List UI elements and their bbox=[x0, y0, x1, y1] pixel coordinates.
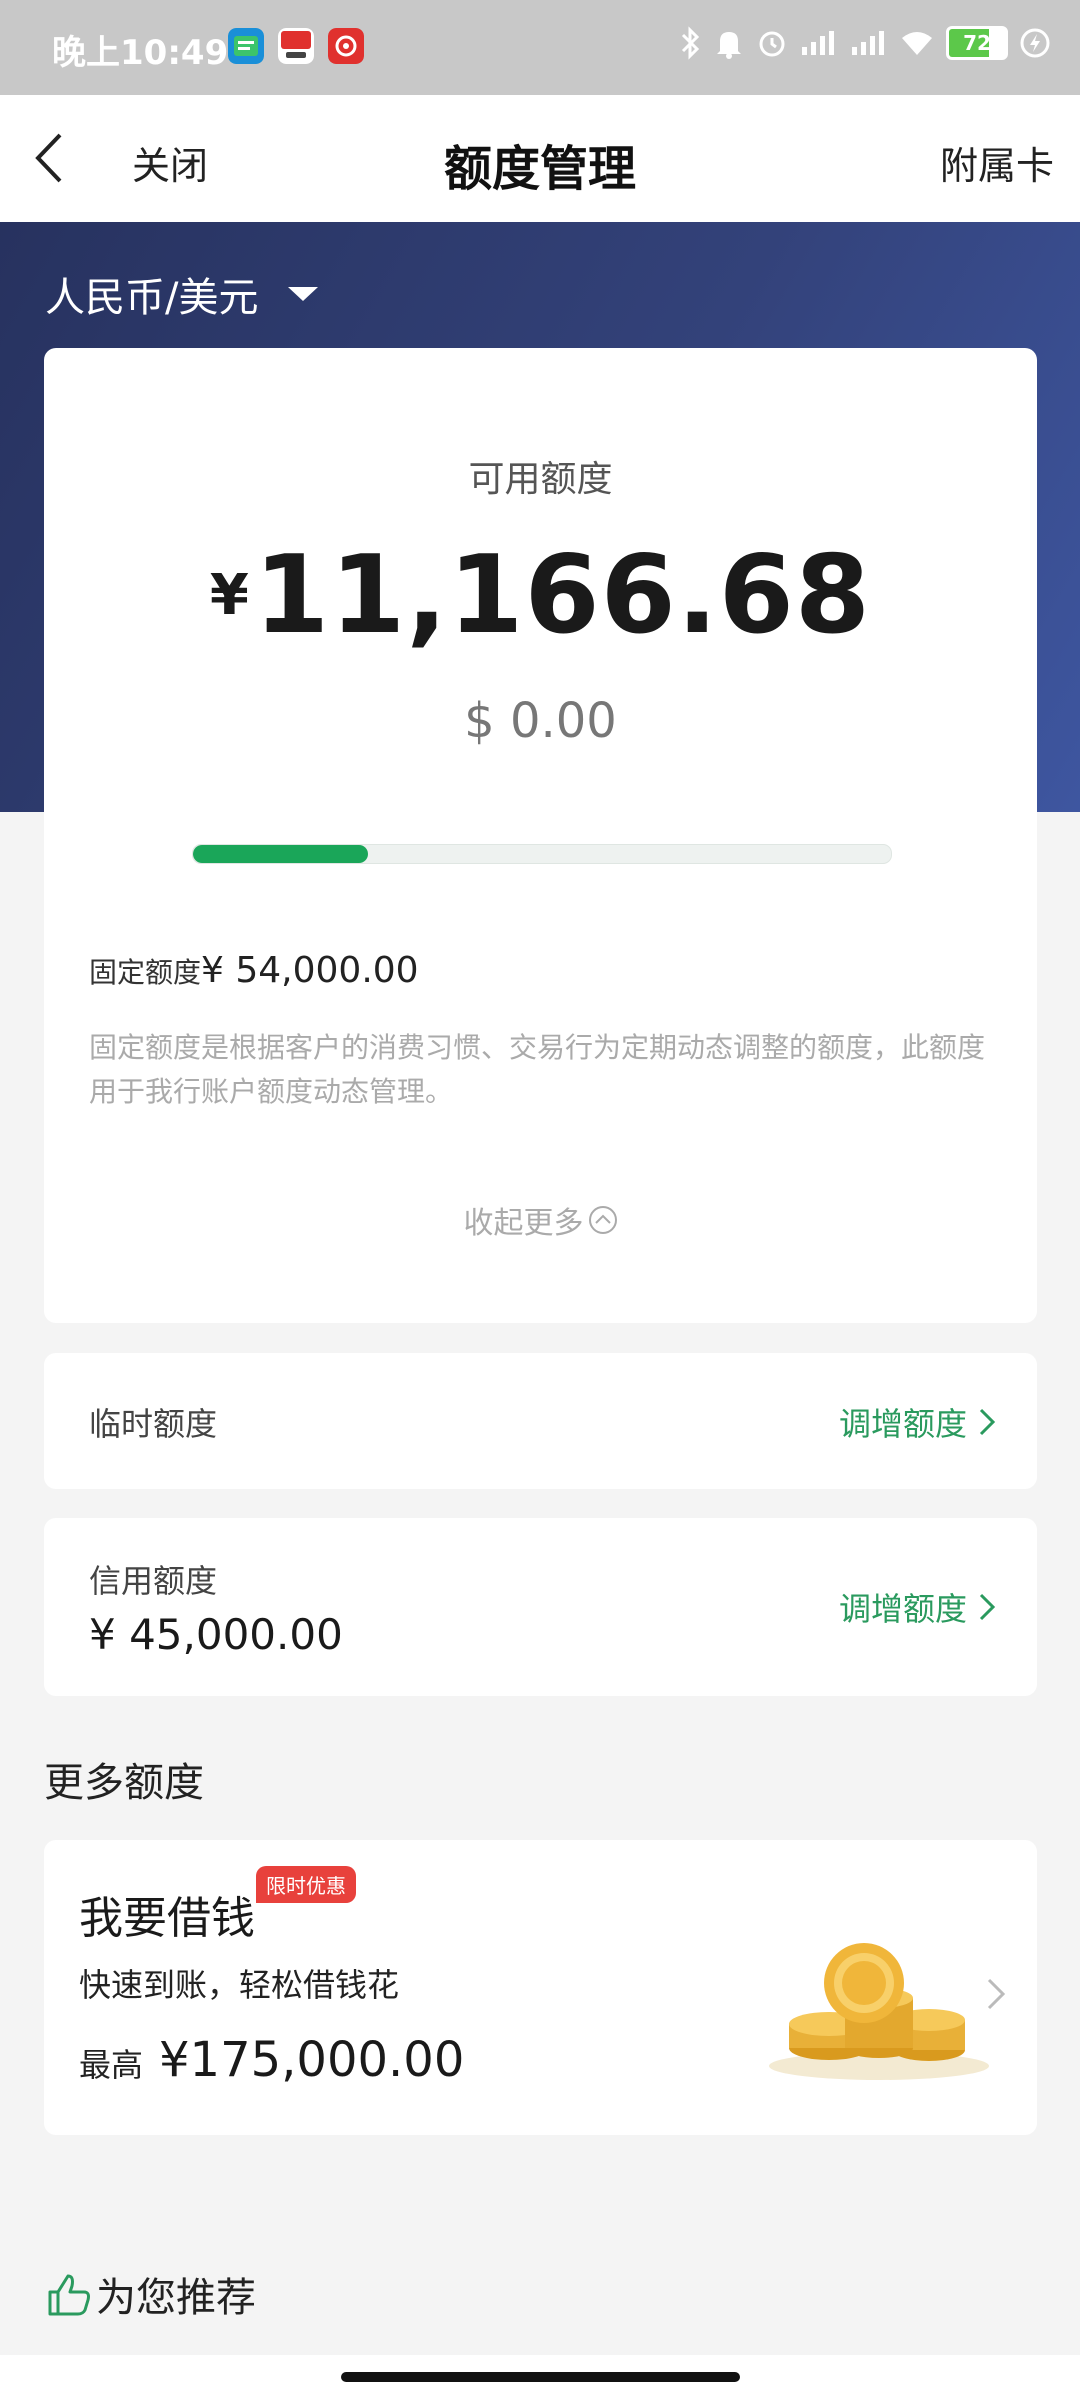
nav-bar: 关闭 额度管理 附属卡 bbox=[0, 95, 1080, 222]
loan-max-amount: 最高 ¥175,000.00 bbox=[79, 2032, 464, 2088]
status-bar: 晚上10:49 72 bbox=[0, 0, 1080, 95]
alarm-icon bbox=[759, 31, 785, 57]
currency-selector[interactable]: 人民币/美元 bbox=[45, 265, 319, 323]
chevron-right-icon bbox=[979, 1593, 996, 1621]
loan-max-label: 最高 bbox=[79, 2046, 144, 2084]
app-notification-icon bbox=[278, 28, 314, 64]
battery-icon: 72 bbox=[946, 26, 1008, 60]
wifi-icon bbox=[902, 32, 932, 55]
increase-label: 调增额度 bbox=[838, 1405, 967, 1443]
limited-offer-badge: 限时优惠 bbox=[256, 1866, 356, 1903]
bluetooth-icon bbox=[681, 26, 700, 60]
chevron-right-icon bbox=[987, 1978, 1006, 2010]
supplementary-card-button[interactable]: 附属卡 bbox=[940, 135, 1054, 190]
available-limit-card: 可用额度 ¥ 11,166.68 $ 0.00 固定额度¥ 54,000.00 … bbox=[44, 348, 1037, 1323]
recommend-section-heading: 为您推荐 bbox=[44, 2265, 256, 2323]
fixed-limit-label: 固定额度 bbox=[89, 956, 202, 989]
temporary-limit-card: 临时额度 调增额度 bbox=[44, 1353, 1037, 1489]
credit-limit-label: 信用额度 bbox=[89, 1562, 218, 1600]
credit-limit-card: 信用额度 ¥ 45,000.00 调增额度 bbox=[44, 1518, 1037, 1696]
chevron-right-icon bbox=[979, 1408, 996, 1436]
collapse-more-label: 收起更多 bbox=[463, 1206, 584, 1241]
charging-icon bbox=[1020, 28, 1050, 58]
fixed-limit-line: 固定额度¥ 54,000.00 bbox=[89, 950, 419, 991]
thumbs-up-icon bbox=[48, 2274, 90, 2316]
signal-icon bbox=[852, 31, 884, 55]
currency-label: 人民币/美元 bbox=[45, 275, 259, 321]
more-limits-heading: 更多额度 bbox=[44, 1760, 204, 1806]
app-notification-icon bbox=[328, 28, 364, 64]
bell-icon bbox=[717, 32, 741, 59]
recommend-label: 为您推荐 bbox=[96, 2275, 256, 2321]
temporary-increase-button[interactable]: 调增额度 bbox=[839, 1399, 997, 1445]
close-button[interactable]: 关闭 bbox=[132, 135, 208, 190]
gold-coins-icon bbox=[769, 1943, 989, 2080]
status-time: 晚上10:49 bbox=[52, 33, 229, 73]
usage-progress-bar bbox=[192, 844, 892, 864]
loan-description: 快速到账，轻松借钱花 bbox=[79, 1966, 400, 2004]
loan-title: 我要借钱 bbox=[79, 1893, 255, 1944]
status-right-icons: 72 bbox=[678, 26, 1050, 60]
temporary-limit-label: 临时额度 bbox=[89, 1405, 218, 1443]
chevron-up-circle-icon bbox=[588, 1206, 617, 1234]
available-limit-cny: ¥ 11,166.68 bbox=[44, 533, 1037, 658]
available-limit-usd: $ 0.00 bbox=[464, 693, 617, 749]
loan-offer-card[interactable]: 我要借钱 限时优惠 快速到账，轻松借钱花 最高 ¥175,000.00 bbox=[44, 1840, 1037, 2135]
usage-progress-fill bbox=[193, 845, 368, 863]
loan-max-value: ¥175,000.00 bbox=[159, 2032, 465, 2088]
app-notification-icon bbox=[228, 28, 264, 64]
status-app-icons bbox=[228, 28, 364, 64]
fixed-limit-value: ¥ 54,000.00 bbox=[201, 950, 419, 991]
cny-amount: 11,166.68 bbox=[253, 533, 872, 658]
signal-icon bbox=[802, 31, 834, 55]
dropdown-caret-icon bbox=[288, 287, 319, 301]
available-limit-label: 可用额度 bbox=[468, 459, 613, 500]
increase-label: 调增额度 bbox=[838, 1590, 967, 1628]
credit-increase-button[interactable]: 调增额度 bbox=[839, 1584, 997, 1630]
credit-limit-value: ¥ 45,000.00 bbox=[89, 1610, 343, 1659]
collapse-more-button[interactable]: 收起更多 bbox=[44, 1198, 1037, 1242]
battery-percent: 72 bbox=[963, 31, 991, 55]
back-arrow-icon[interactable] bbox=[32, 131, 66, 185]
fixed-limit-description: 固定额度是根据客户的消费习惯、交易行为定期动态调整的额度，此额度用于我行账户额度… bbox=[89, 1031, 986, 1108]
cny-sign: ¥ bbox=[209, 563, 249, 628]
home-indicator[interactable] bbox=[341, 2372, 740, 2382]
